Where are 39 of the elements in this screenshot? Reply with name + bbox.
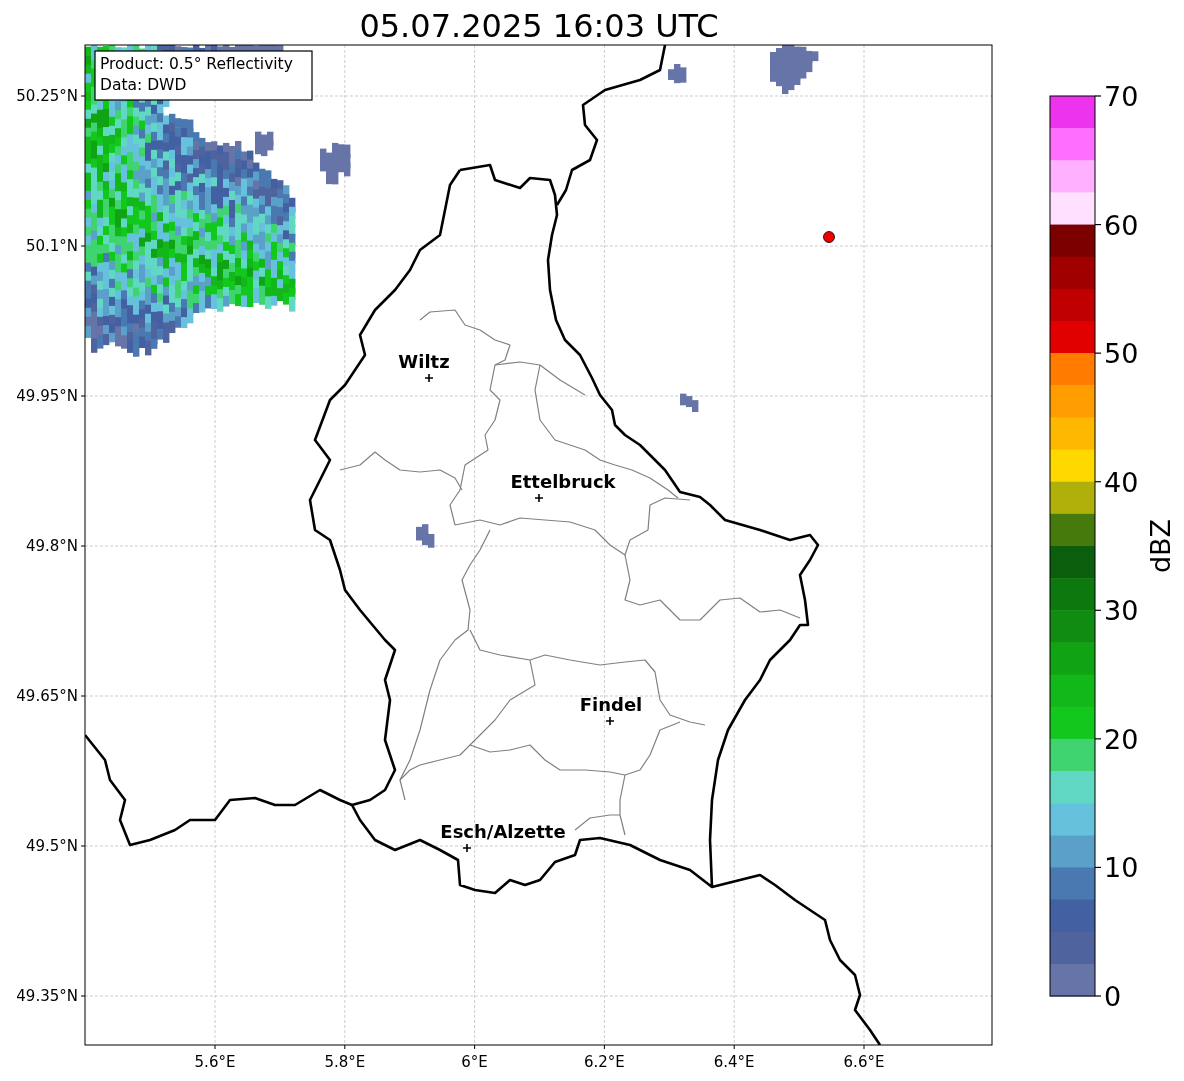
longitude-label: 6°E (461, 1053, 488, 1071)
colorbar-tick-label: 20 (1104, 723, 1139, 755)
radar-echo-drawing (668, 64, 687, 84)
latitude-label: 49.8°N (25, 537, 78, 555)
info-text: Data: DWD (100, 76, 187, 94)
radar-echo-drawing (770, 45, 819, 95)
longitude-label: 5.8°E (324, 1053, 366, 1071)
colorbar-tick-label: 10 (1104, 852, 1139, 884)
longitude-label: 6.2°E (584, 1053, 625, 1071)
latitude-label: 49.95°N (16, 387, 78, 405)
latitude-label: 50.1°N (25, 237, 78, 255)
longitude-label: 5.6°E (194, 1053, 236, 1071)
chart-title: 05.07.2025 16:03 UTC (359, 7, 719, 45)
city-label: Wiltz (398, 351, 450, 372)
dot-marker-icon (823, 231, 835, 243)
city-marker-icon (462, 843, 472, 853)
longitude-label: 6.4°E (713, 1053, 755, 1071)
longitude-label: 6.6°E (843, 1053, 885, 1071)
colorbar-tick-label: 70 (1104, 81, 1139, 112)
latitude-label: 49.35°N (16, 987, 78, 1005)
city-label: Esch/Alzette (440, 821, 566, 842)
city-marker-icon (534, 493, 544, 503)
colorbar-tick-label: 50 (1104, 338, 1139, 370)
latitude-label: 50.25°N (16, 87, 78, 105)
city-marker-icon (424, 373, 434, 383)
radar-echo-drawing (680, 393, 699, 412)
colorbar-tick-label: 30 (1104, 595, 1139, 627)
info-text: Product: 0.5° Reflectivity (100, 55, 293, 73)
colorbar-tick-label: 40 (1104, 466, 1139, 498)
latitude-label: 49.65°N (16, 687, 78, 705)
latitude-label: 49.5°N (25, 837, 78, 855)
colorbar-label: dBZ (1145, 518, 1176, 574)
radar-echo-drawing (416, 524, 435, 548)
city-marker-icon (605, 716, 615, 726)
colorbar-tick-label: 60 (1104, 209, 1139, 241)
city-label: Ettelbruck (510, 471, 616, 492)
colorbar-tick-label: 0 (1104, 981, 1122, 1012)
city-label: Findel (579, 694, 643, 715)
radar-echo-drawing (320, 142, 351, 185)
